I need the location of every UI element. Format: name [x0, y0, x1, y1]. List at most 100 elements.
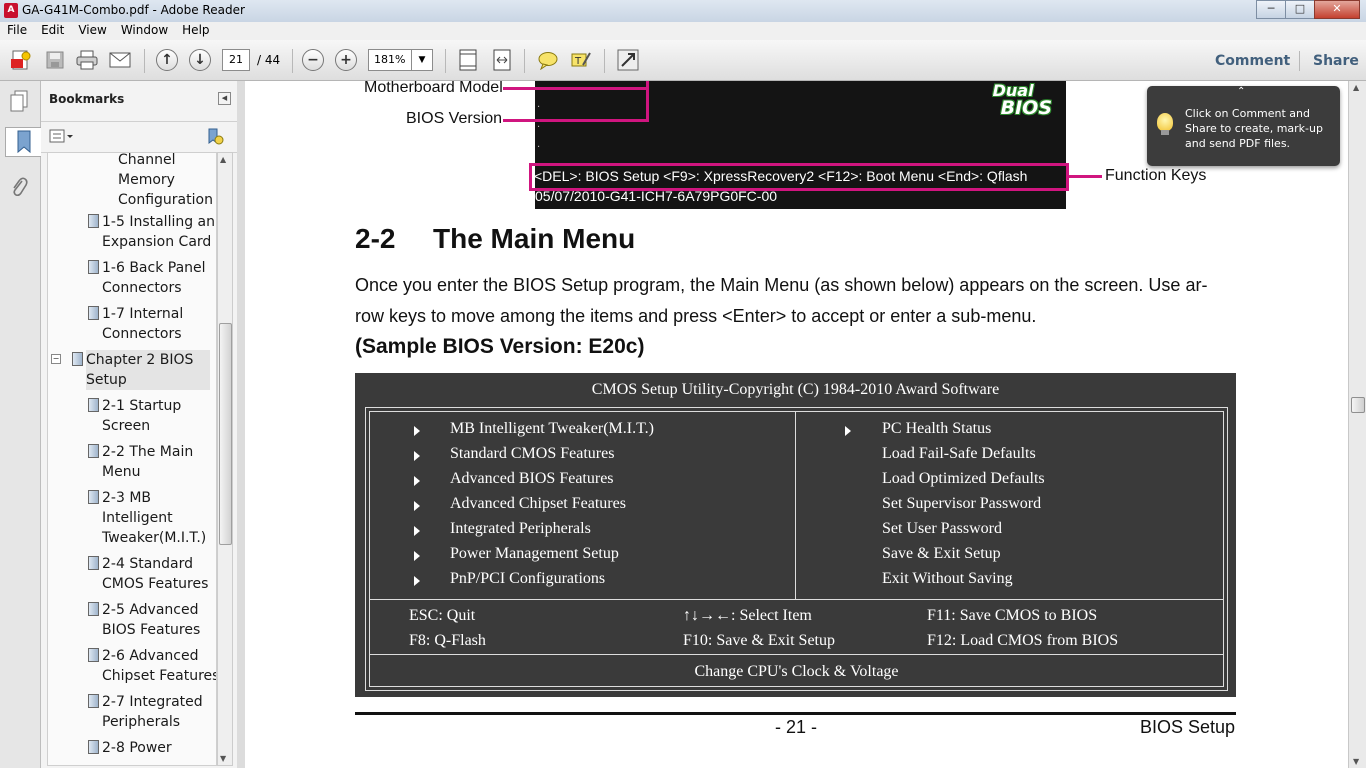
zoom-in-button[interactable]: +	[334, 48, 358, 72]
bookmark-item[interactable]: Chapter 2 BIOS Setup	[86, 350, 210, 390]
save-button[interactable]	[43, 48, 67, 72]
document-scroll-thumb[interactable]	[1351, 397, 1365, 413]
scroll-down-arrow-icon[interactable]: ▼	[220, 754, 226, 763]
bookmark-page-icon	[88, 490, 99, 504]
bookmark-options-button[interactable]	[49, 128, 75, 144]
bookmark-item[interactable]: 2-8 Power	[102, 738, 176, 758]
highlight-text-button[interactable]: T	[569, 48, 593, 72]
cmos-row-divider	[370, 599, 1223, 600]
bookmark-page-icon	[88, 306, 99, 320]
key-hint: ESC: Quit	[409, 607, 476, 624]
cmos-title: CMOS Setup Utility-Copyright (C) 1984-20…	[591, 381, 1000, 398]
bookmark-page-icon	[88, 556, 99, 570]
menu-arrow-icon	[414, 576, 420, 586]
bookmark-page-icon	[88, 648, 99, 662]
pane-splitter[interactable]	[237, 81, 245, 768]
previous-page-button[interactable]: ↑	[155, 48, 179, 72]
cmos-menu-item: PC Health Status	[882, 420, 992, 437]
bookmark-item[interactable]: 1-7 Internal Connectors	[102, 304, 187, 344]
expand-button[interactable]	[616, 48, 640, 72]
key-hint: F10: Save & Exit Setup	[683, 632, 835, 649]
bookmarks-toolbar	[41, 121, 237, 153]
bookmarks-scrollbar[interactable]: ▲ ▼	[217, 152, 233, 766]
callout-line	[1067, 175, 1102, 178]
minus-icon: −	[302, 49, 324, 71]
menu-help[interactable]: Help	[175, 22, 216, 37]
bookmark-page-icon	[88, 214, 99, 228]
arrow-down-icon: ↓	[189, 49, 211, 71]
print-button[interactable]	[75, 48, 99, 72]
expand-bookmark-button[interactable]	[205, 127, 225, 147]
sticky-note-button[interactable]	[536, 48, 560, 72]
scroll-up-arrow-icon[interactable]: ▲	[220, 155, 226, 164]
pages-icon	[10, 90, 28, 112]
page-thumbnails-button[interactable]	[5, 87, 33, 115]
next-page-button[interactable]: ↓	[188, 48, 212, 72]
zoom-out-button[interactable]: −	[301, 48, 325, 72]
cmos-menu-item: PnP/PCI Configurations	[450, 570, 606, 587]
section-title: The Main Menu	[433, 223, 636, 254]
cmos-menu-item: Load Optimized Defaults	[882, 470, 1045, 487]
fit-page-button[interactable]	[456, 48, 480, 72]
collapse-tree-icon[interactable]: −	[51, 354, 61, 364]
toolbar-separator	[524, 49, 525, 73]
window-controls: ─ □ ✕	[1256, 0, 1360, 19]
zoom-dropdown[interactable]: ▼	[411, 49, 433, 71]
attachments-button[interactable]	[5, 173, 33, 201]
bookmark-item[interactable]: 2-3 MB Intelligent Tweaker(M.I.T.)	[102, 488, 210, 548]
menu-file[interactable]: File	[0, 22, 34, 37]
menu-view[interactable]: View	[71, 22, 113, 37]
title-bar: A GA-G41M-Combo.pdf - Adobe Reader ─ □ ✕	[0, 0, 1366, 23]
page-total: / 44	[257, 53, 281, 67]
main-toolbar: ↑ ↓ 21 / 44 − + 181% ▼ T Comment Share	[0, 40, 1366, 81]
bookmark-item[interactable]: Channel Memory Configuration	[118, 153, 216, 210]
share-link[interactable]: Share	[1313, 53, 1359, 69]
minimize-button[interactable]: ─	[1256, 0, 1286, 19]
menu-arrow-icon	[414, 551, 420, 561]
menu-window[interactable]: Window	[114, 22, 175, 37]
scroll-down-arrow-icon[interactable]: ▼	[1353, 757, 1359, 766]
close-button[interactable]: ✕	[1314, 0, 1360, 19]
bookmark-item[interactable]: 1-5 Installing an Expansion Card	[102, 212, 216, 252]
chevron-down-icon: ▼	[418, 55, 426, 65]
bookmarks-tab-button[interactable]	[5, 127, 41, 157]
bookmark-item[interactable]: 2-7 Integrated Peripherals	[102, 692, 207, 732]
save-icon	[46, 51, 64, 69]
bookmark-item[interactable]: 2-6 Advanced Chipset Features	[102, 646, 216, 686]
cmos-status-line: Change CPU's Clock & Voltage	[694, 663, 899, 680]
bookmark-page-icon	[88, 444, 99, 458]
fit-width-button[interactable]	[490, 48, 514, 72]
adobe-reader-icon: A	[4, 3, 18, 18]
comment-link[interactable]: Comment	[1215, 53, 1290, 69]
menu-edit[interactable]: Edit	[34, 22, 71, 37]
fit-page-icon	[459, 49, 477, 71]
fit-width-icon	[493, 49, 511, 71]
bookmarks-scroll-thumb[interactable]	[219, 323, 232, 545]
menu-bar: File Edit View Window Help	[0, 22, 1366, 40]
zoom-input[interactable]: 181%	[368, 49, 412, 71]
bookmarks-header: Bookmarks	[49, 92, 125, 106]
chevron-up-icon[interactable]: ⌃	[1237, 86, 1245, 97]
menu-arrow-icon	[414, 501, 420, 511]
section-number: 2-2	[355, 223, 396, 254]
bookmark-page-icon	[88, 740, 99, 754]
bios-version-label: BIOS Version	[406, 110, 503, 127]
cmos-outer-frame: ESC: Quit ↑↓→←: Select Item F11: Save CM…	[365, 407, 1228, 691]
bookmark-item[interactable]: 2-4 Standard CMOS Features	[102, 554, 212, 594]
collapse-panel-button[interactable]: ◀	[218, 92, 231, 105]
scroll-up-arrow-icon[interactable]: ▲	[1353, 83, 1359, 92]
bookmark-item[interactable]: 1-6 Back Panel Connectors	[102, 258, 210, 298]
bookmark-item[interactable]: 2-2 The Main Menu	[102, 442, 197, 482]
maximize-button[interactable]: □	[1285, 0, 1315, 19]
bios-dot: .	[537, 99, 541, 110]
bookmark-item[interactable]: 2-5 Advanced BIOS Features	[102, 600, 204, 640]
document-scrollbar[interactable]: ▲ ▼	[1348, 81, 1366, 768]
cmos-menu-item: Integrated Peripherals	[450, 520, 591, 537]
bookmark-item[interactable]: 2-1 Startup Screen	[102, 396, 185, 436]
toolbar-separator	[292, 49, 293, 73]
create-pdf-button[interactable]	[9, 48, 33, 72]
cmos-menu-item: Power Management Setup	[450, 545, 619, 562]
email-button[interactable]	[108, 48, 132, 72]
page-number-input[interactable]: 21	[222, 49, 250, 71]
menu-arrow-icon	[845, 426, 851, 436]
